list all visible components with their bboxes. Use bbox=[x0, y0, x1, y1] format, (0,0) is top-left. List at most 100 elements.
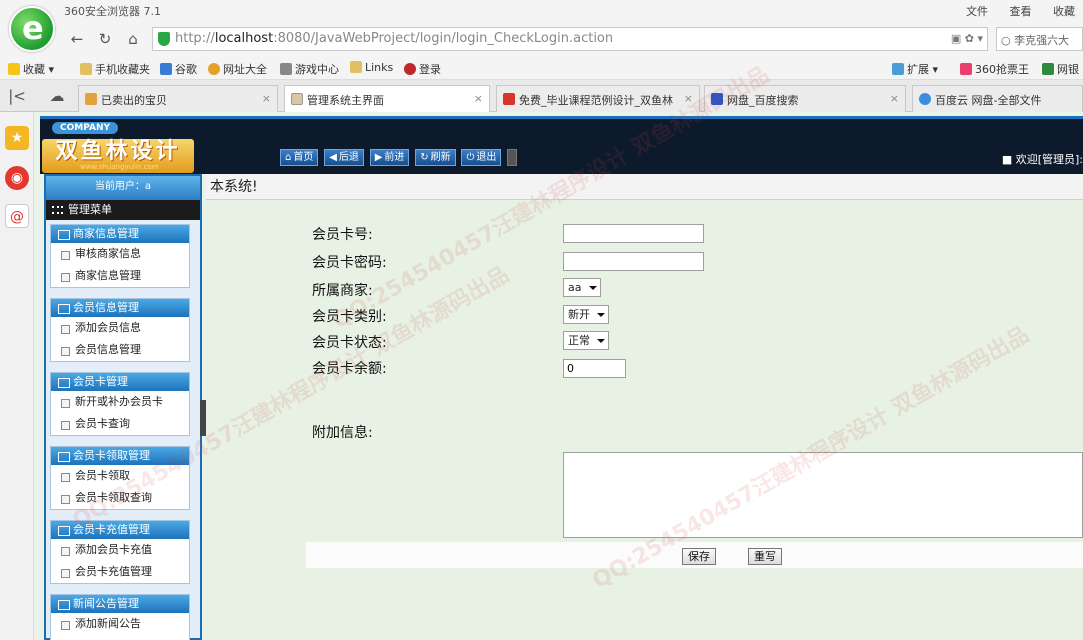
menu-item-card-query[interactable]: 会员卡查询 bbox=[51, 413, 189, 435]
bookmark-links[interactable]: Links bbox=[350, 61, 393, 74]
refresh-icon: ↻ bbox=[420, 152, 429, 163]
browser-search-input[interactable]: ○ 李克强六大 bbox=[996, 27, 1083, 51]
menu-group-member: 会员信息管理 添加会员信息 会员信息管理 bbox=[50, 298, 190, 362]
star-icon bbox=[8, 63, 20, 75]
bookmarks-bar: 收藏 ▾ 手机收藏夹 谷歌 网址大全 游戏中心 Links 登录 扩展 ▾ 36… bbox=[0, 56, 1083, 80]
mail-icon[interactable]: @ bbox=[5, 204, 29, 228]
menu-group-title[interactable]: 会员卡领取管理 bbox=[51, 447, 189, 465]
current-user: 当前用户：a bbox=[46, 176, 200, 200]
logout-button[interactable]: ⏻ 退出 bbox=[461, 149, 502, 166]
menu-view[interactable]: 查看 bbox=[1010, 5, 1032, 18]
power-icon: ⏻ bbox=[466, 152, 475, 163]
extensions-button[interactable]: 扩展 ▾ bbox=[892, 61, 938, 77]
menu-group-card: 会员卡管理 新开或补办会员卡 会员卡查询 bbox=[50, 372, 190, 436]
menu-group-news: 新闻公告管理 添加新闻公告 bbox=[50, 594, 190, 640]
menu-item-add-member[interactable]: 添加会员信息 bbox=[51, 317, 189, 339]
sidebar: 当前用户：a 管理菜单 商家信息管理 审核商家信息 商家信息管理 会员信息管理 … bbox=[44, 174, 202, 640]
menu-item-new-card[interactable]: 新开或补办会员卡 bbox=[51, 391, 189, 413]
menu-title: 管理菜单 bbox=[46, 200, 200, 220]
chevron-down-icon bbox=[597, 313, 605, 317]
home-icon: ⌂ bbox=[285, 152, 292, 163]
cloud-icon[interactable]: ☁ bbox=[48, 87, 66, 105]
bookmark-login[interactable]: 登录 bbox=[404, 61, 441, 77]
menu-item-merchant-manage[interactable]: 商家信息管理 bbox=[51, 265, 189, 287]
globe-icon bbox=[208, 63, 220, 75]
menu-icon[interactable] bbox=[507, 149, 518, 166]
card-status-select[interactable]: 正常 bbox=[563, 331, 609, 350]
back-icon[interactable]: ← bbox=[68, 30, 86, 48]
merchant-select[interactable]: aa bbox=[563, 278, 601, 297]
card-no-input[interactable] bbox=[563, 224, 704, 243]
bookmark-google[interactable]: 谷歌 bbox=[160, 61, 197, 77]
balance-input[interactable] bbox=[563, 359, 626, 378]
weibo-icon[interactable]: ◉ bbox=[5, 166, 29, 190]
tab-favicon-icon bbox=[291, 93, 303, 105]
close-icon: × bbox=[889, 92, 899, 105]
menu-item-member-manage[interactable]: 会员信息管理 bbox=[51, 339, 189, 361]
card-no-label: 会员卡号: bbox=[312, 227, 373, 243]
menu-group-card-receive: 会员卡领取管理 会员卡领取 会员卡领取查询 bbox=[50, 446, 190, 510]
menu-group-title[interactable]: 会员卡管理 bbox=[51, 373, 189, 391]
chevron-down-icon bbox=[597, 339, 605, 343]
menu-item-add-news[interactable]: 添加新闻公告 bbox=[51, 613, 189, 635]
menu-item-add-recharge[interactable]: 添加会员卡充值 bbox=[51, 539, 189, 561]
menu-group-title[interactable]: 会员信息管理 bbox=[51, 299, 189, 317]
tab-free-course[interactable]: 免费_毕业课程范例设计_双鱼林 × bbox=[496, 85, 700, 112]
menu-item-recharge-manage[interactable]: 会员卡充值管理 bbox=[51, 561, 189, 583]
security-shield-icon bbox=[158, 32, 170, 46]
bookmark-mobile[interactable]: 手机收藏夹 bbox=[80, 61, 150, 77]
close-icon: × bbox=[683, 92, 693, 105]
tab-baidu-search[interactable]: 网盘_百度搜索 × bbox=[704, 85, 906, 112]
extra-info-textarea[interactable] bbox=[563, 452, 1083, 538]
home-icon[interactable]: ⌂ bbox=[124, 30, 142, 48]
tab-favicon-icon bbox=[503, 93, 515, 105]
balance-label: 会员卡余额: bbox=[312, 361, 387, 377]
google-icon bbox=[160, 63, 172, 75]
forward-button[interactable]: ▶ 前进 bbox=[369, 149, 410, 166]
gamepad-icon bbox=[280, 63, 292, 75]
welcome-text: ■ 欢迎[管理员]: bbox=[1001, 153, 1083, 166]
card-type-select[interactable]: 新开 bbox=[563, 305, 609, 324]
menu-item-card-receive-query[interactable]: 会员卡领取查询 bbox=[51, 487, 189, 509]
password-label: 会员卡密码: bbox=[312, 255, 387, 271]
menu-group-title[interactable]: 商家信息管理 bbox=[51, 225, 189, 243]
close-icon: × bbox=[261, 92, 271, 105]
menu-group-title[interactable]: 会员卡充值管理 bbox=[51, 521, 189, 539]
close-icon: × bbox=[473, 92, 483, 105]
merchant-label: 所属商家: bbox=[312, 283, 373, 299]
back-button[interactable]: ◀ 后退 bbox=[324, 149, 364, 166]
login-icon bbox=[404, 63, 416, 75]
ticket-button[interactable]: 360抢票王 bbox=[960, 61, 1029, 77]
web-page: COMPANY 双鱼林设计 www.shuangyulin.com ⌂ 首页 ◀ 后… bbox=[34, 112, 1083, 640]
menu-group-title[interactable]: 新闻公告管理 bbox=[51, 595, 189, 613]
star-icon[interactable]: ★ bbox=[5, 126, 29, 150]
refresh-button[interactable]: ↻ 刷新 bbox=[415, 149, 456, 166]
extra-info-label: 附加信息: bbox=[312, 425, 373, 441]
menu-favorites[interactable]: 收藏 bbox=[1053, 5, 1075, 18]
password-input[interactable] bbox=[563, 252, 704, 271]
tab-baidu-cloud[interactable]: 百度云 网盘-全部文件 bbox=[912, 85, 1083, 112]
bank-button[interactable]: 网银 bbox=[1042, 61, 1079, 77]
bookmark-sites[interactable]: 网址大全 bbox=[208, 61, 267, 77]
menu-item-card-receive[interactable]: 会员卡领取 bbox=[51, 465, 189, 487]
grid-icon bbox=[52, 206, 63, 214]
browser-titlebar: 360安全浏览器 7.1 文件 查看 收藏 bbox=[0, 0, 1083, 22]
tab-admin-main[interactable]: 管理系统主界面 × bbox=[284, 85, 490, 113]
tab-back-icon[interactable]: |< bbox=[8, 87, 26, 105]
search-icon: ○ bbox=[1001, 34, 1015, 47]
refresh-icon[interactable]: ↻ bbox=[96, 30, 114, 48]
browser-logo-icon[interactable] bbox=[9, 6, 55, 52]
bookmark-games[interactable]: 游戏中心 bbox=[280, 61, 339, 77]
reset-button[interactable]: 重写 bbox=[748, 548, 782, 565]
save-button[interactable]: 保存 bbox=[682, 548, 716, 565]
menu-item-review-merchant[interactable]: 审核商家信息 bbox=[51, 243, 189, 265]
card-status-label: 会员卡状态: bbox=[312, 335, 387, 351]
bookmark-favorites[interactable]: 收藏 ▾ bbox=[8, 61, 54, 77]
home-button[interactable]: ⌂ 首页 bbox=[280, 149, 319, 166]
url-input[interactable]: http://localhost:8080/JavaWebProject/log… bbox=[152, 27, 988, 51]
cloud-icon bbox=[919, 93, 931, 105]
url-tools-icon[interactable]: ▣ ✿ ▾ bbox=[951, 32, 983, 45]
tab-sold-items[interactable]: 已卖出的宝贝 × bbox=[78, 85, 278, 112]
menu-file[interactable]: 文件 bbox=[966, 5, 988, 18]
form-button-row: 保存 重写 bbox=[306, 542, 1083, 568]
